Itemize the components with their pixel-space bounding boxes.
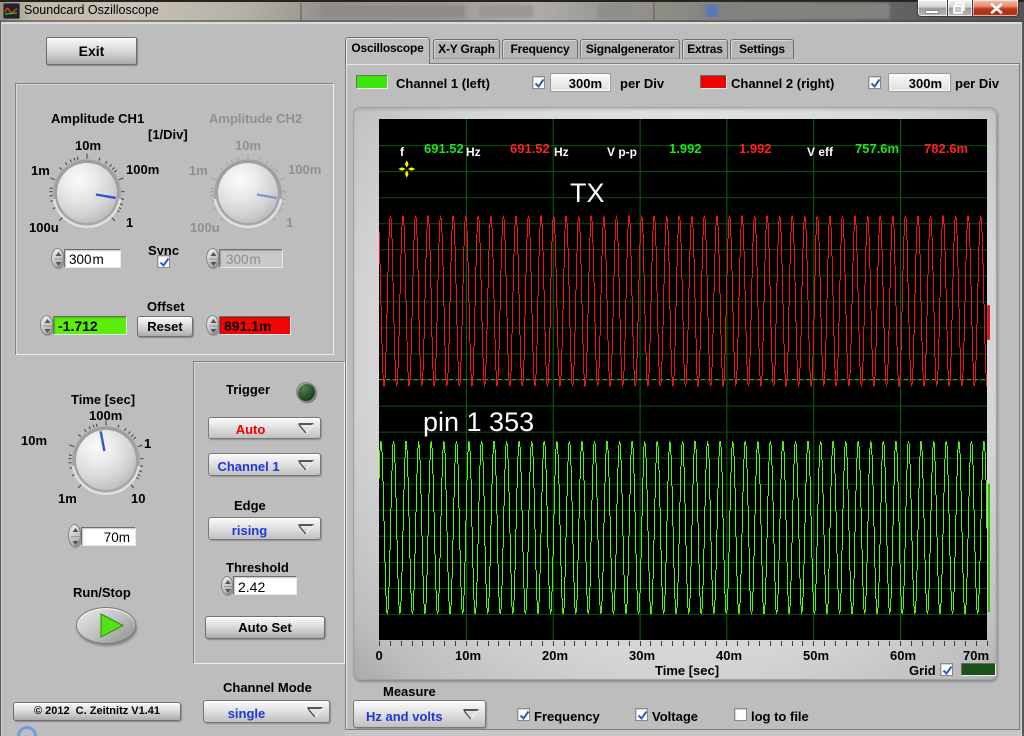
svg-text:Hz: Hz bbox=[554, 145, 569, 159]
svg-text:V p-p: V p-p bbox=[607, 145, 637, 159]
svg-text:Hz: Hz bbox=[466, 145, 481, 159]
svg-text:1.992: 1.992 bbox=[739, 141, 772, 156]
svg-text:757.6m: 757.6m bbox=[855, 141, 899, 156]
svg-text:782.6m: 782.6m bbox=[924, 141, 968, 156]
svg-text:TX: TX bbox=[570, 178, 605, 208]
svg-text:f: f bbox=[400, 145, 405, 159]
svg-text:V eff: V eff bbox=[807, 145, 834, 159]
svg-text:pin 1 353: pin 1 353 bbox=[423, 407, 534, 437]
svg-text:691.52: 691.52 bbox=[424, 141, 464, 156]
svg-text:691.52: 691.52 bbox=[510, 141, 550, 156]
svg-text:1.992: 1.992 bbox=[669, 141, 702, 156]
